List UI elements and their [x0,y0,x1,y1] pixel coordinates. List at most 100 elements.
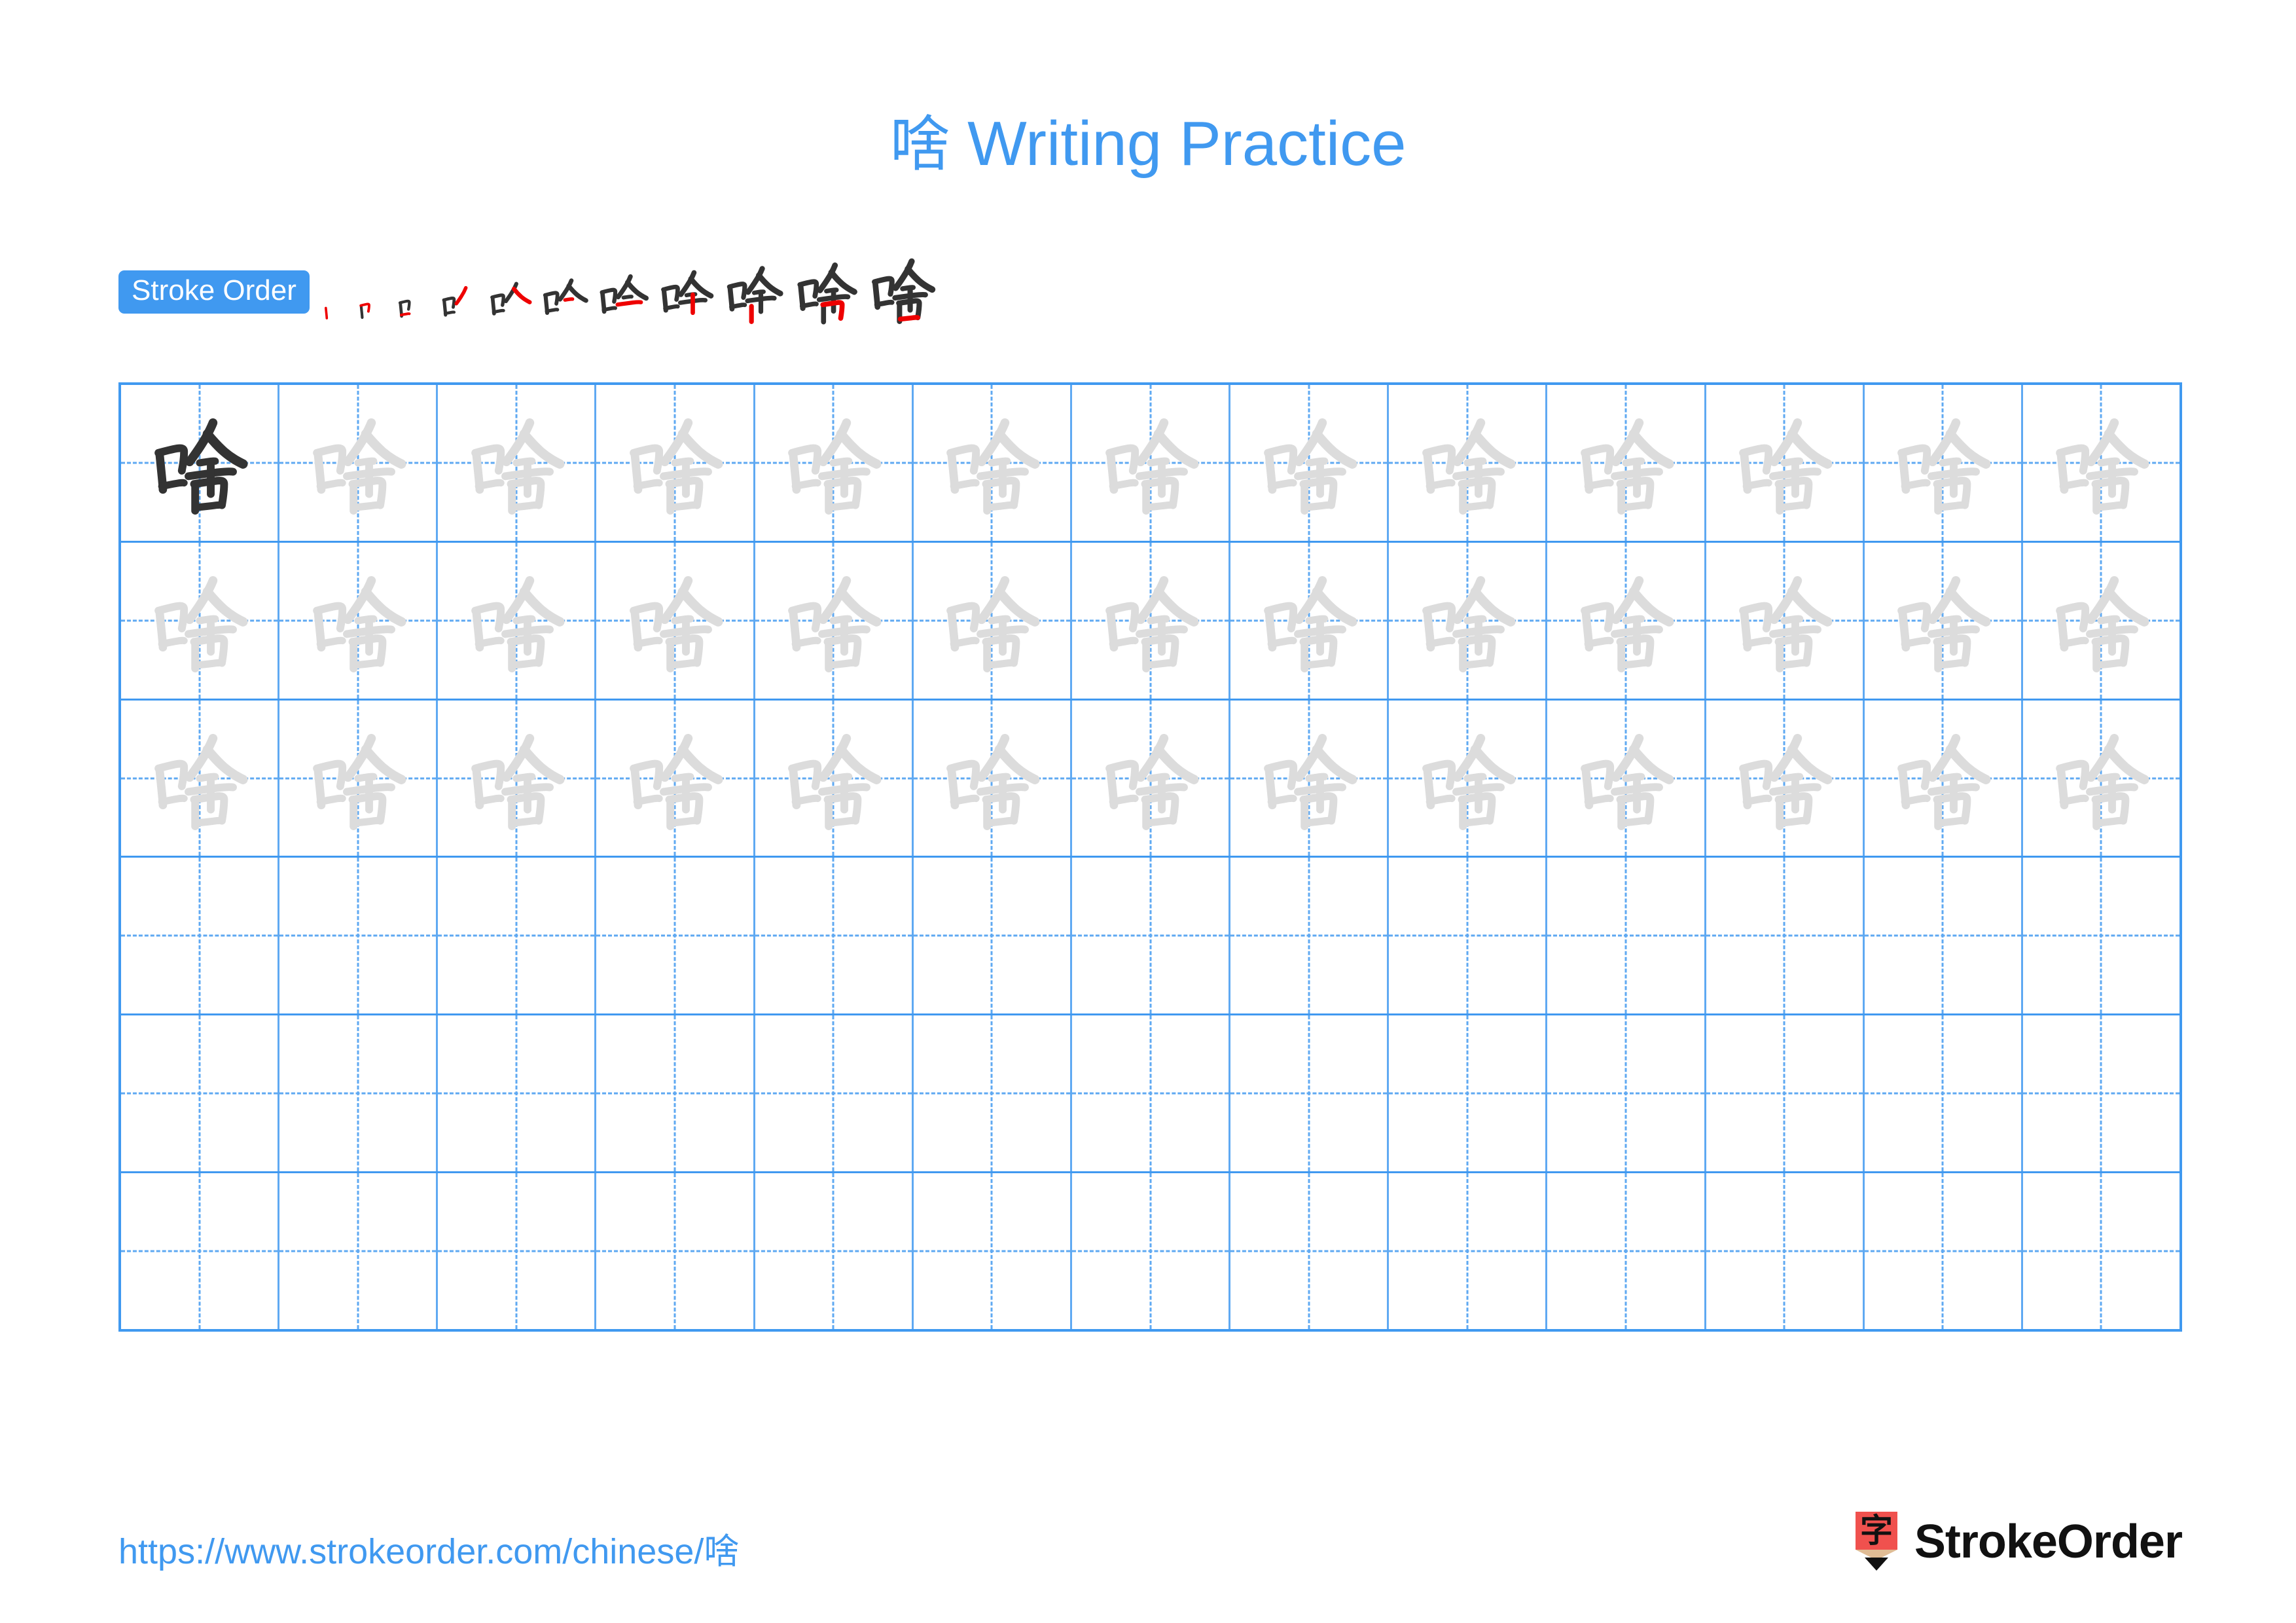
practice-cell-trace[interactable] [1706,700,1865,856]
stroke-step-7 [594,268,653,330]
practice-cell-empty[interactable] [1706,1173,1865,1329]
practice-cell-trace[interactable] [596,700,755,856]
practice-cell-trace[interactable] [596,542,755,699]
practice-cell-empty[interactable] [914,1173,1072,1329]
practice-cell-trace[interactable] [755,542,914,699]
practice-cell-empty[interactable] [121,1015,280,1172]
practice-cell-trace[interactable] [914,542,1072,699]
practice-cell-empty[interactable] [1230,1015,1390,1172]
practice-cell-empty[interactable] [1230,858,1390,1014]
svg-text:字: 字 [1860,1512,1893,1550]
practice-cell-trace[interactable] [1072,385,1231,541]
practice-cell-empty[interactable] [755,1015,914,1172]
practice-cell-empty[interactable] [1389,858,1548,1014]
practice-cell-empty[interactable] [1389,1015,1548,1172]
practice-cell-empty[interactable] [121,858,280,1014]
practice-cell-empty[interactable] [1072,1015,1231,1172]
stroke-step-9 [721,259,788,330]
trace-character [914,385,1070,541]
practice-cell-trace[interactable] [279,700,439,856]
practice-cell-empty[interactable] [596,858,755,1014]
trace-character [914,543,1070,699]
stroke-step-10 [791,255,862,330]
practice-cell-empty[interactable] [1547,1173,1706,1329]
trace-character [914,701,1070,856]
practice-cell-trace[interactable] [914,700,1072,856]
practice-cell-empty[interactable] [1230,1173,1390,1329]
practice-cell-empty[interactable] [1547,1015,1706,1172]
practice-cell-trace[interactable] [1389,542,1548,699]
trace-character [1547,543,1704,699]
practice-cell-empty[interactable] [279,1015,439,1172]
practice-cell-trace[interactable] [914,385,1072,541]
trace-character [438,385,594,541]
practice-cell-empty[interactable] [121,1173,280,1329]
practice-cell-empty[interactable] [596,1173,755,1329]
practice-cell-trace[interactable] [1865,385,2023,541]
practice-cell-empty[interactable] [1072,858,1231,1014]
practice-cell-empty[interactable] [2023,858,2179,1013]
practice-cell-trace[interactable] [1706,385,1865,541]
practice-cell-empty[interactable] [755,858,914,1014]
practice-cell-trace[interactable] [2023,385,2179,541]
practice-cell-empty[interactable] [2023,1015,2179,1171]
practice-cell-trace[interactable] [279,542,439,699]
practice-cell-trace[interactable] [1706,542,1865,699]
practice-cell-empty[interactable] [1865,1015,2023,1172]
trace-character [438,543,594,699]
stroke-order-sequence [321,254,943,330]
practice-cell-empty[interactable] [2023,1173,2179,1329]
practice-cell-trace[interactable] [438,700,597,856]
trace-character [755,701,912,856]
practice-cell-empty[interactable] [1706,1015,1865,1172]
practice-grid [118,382,2182,1332]
practice-cell-trace[interactable] [1072,700,1231,856]
practice-cell-trace[interactable] [1865,700,2023,856]
practice-cell-empty[interactable] [1706,858,1865,1014]
practice-cell-trace[interactable] [1072,542,1231,699]
source-url[interactable]: https://www.strokeorder.com/chinese/啥 [118,1531,739,1573]
trace-character [1547,701,1704,856]
practice-cell-trace[interactable] [1547,385,1706,541]
practice-cell-trace[interactable] [1230,385,1390,541]
practice-cell-model[interactable] [121,385,280,541]
practice-cell-empty[interactable] [1389,1173,1548,1329]
practice-cell-trace[interactable] [121,700,280,856]
practice-cell-trace[interactable] [1389,385,1548,541]
practice-cell-trace[interactable] [1230,700,1390,856]
practice-cell-empty[interactable] [1865,858,2023,1014]
practice-cell-empty[interactable] [1865,1173,2023,1329]
practice-cell-empty[interactable] [438,1173,597,1329]
practice-cell-trace[interactable] [1547,700,1706,856]
practice-cell-trace[interactable] [438,542,597,699]
practice-cell-trace[interactable] [755,700,914,856]
practice-cell-empty[interactable] [438,1015,597,1172]
practice-cell-trace[interactable] [1230,542,1390,699]
practice-cell-empty[interactable] [914,858,1072,1014]
practice-cell-trace[interactable] [1389,700,1548,856]
practice-cell-trace[interactable] [1547,542,1706,699]
trace-character [1389,385,1545,541]
practice-cell-trace[interactable] [2023,701,2179,856]
practice-cell-empty[interactable] [279,858,439,1014]
worksheet-page: 啥 Writing Practice Stroke Order https://… [0,0,2296,1623]
practice-cell-empty[interactable] [1547,858,1706,1014]
trace-character [1865,701,2021,856]
practice-cell-trace[interactable] [279,385,439,541]
practice-cell-empty[interactable] [914,1015,1072,1172]
trace-character [1230,701,1387,856]
practice-cell-trace[interactable] [755,385,914,541]
practice-cell-empty[interactable] [1072,1173,1231,1329]
practice-cell-trace[interactable] [121,542,280,699]
practice-cell-trace[interactable] [438,385,597,541]
practice-cell-empty[interactable] [279,1173,439,1329]
practice-cell-trace[interactable] [596,385,755,541]
practice-cell-trace[interactable] [2023,543,2179,699]
practice-cell-empty[interactable] [438,858,597,1014]
practice-cell-empty[interactable] [755,1173,914,1329]
practice-cell-trace[interactable] [1865,542,2023,699]
trace-character [2023,543,2179,699]
trace-character [279,543,436,699]
practice-cell-empty[interactable] [596,1015,755,1172]
page-title: 啥 Writing Practice [0,105,2296,183]
